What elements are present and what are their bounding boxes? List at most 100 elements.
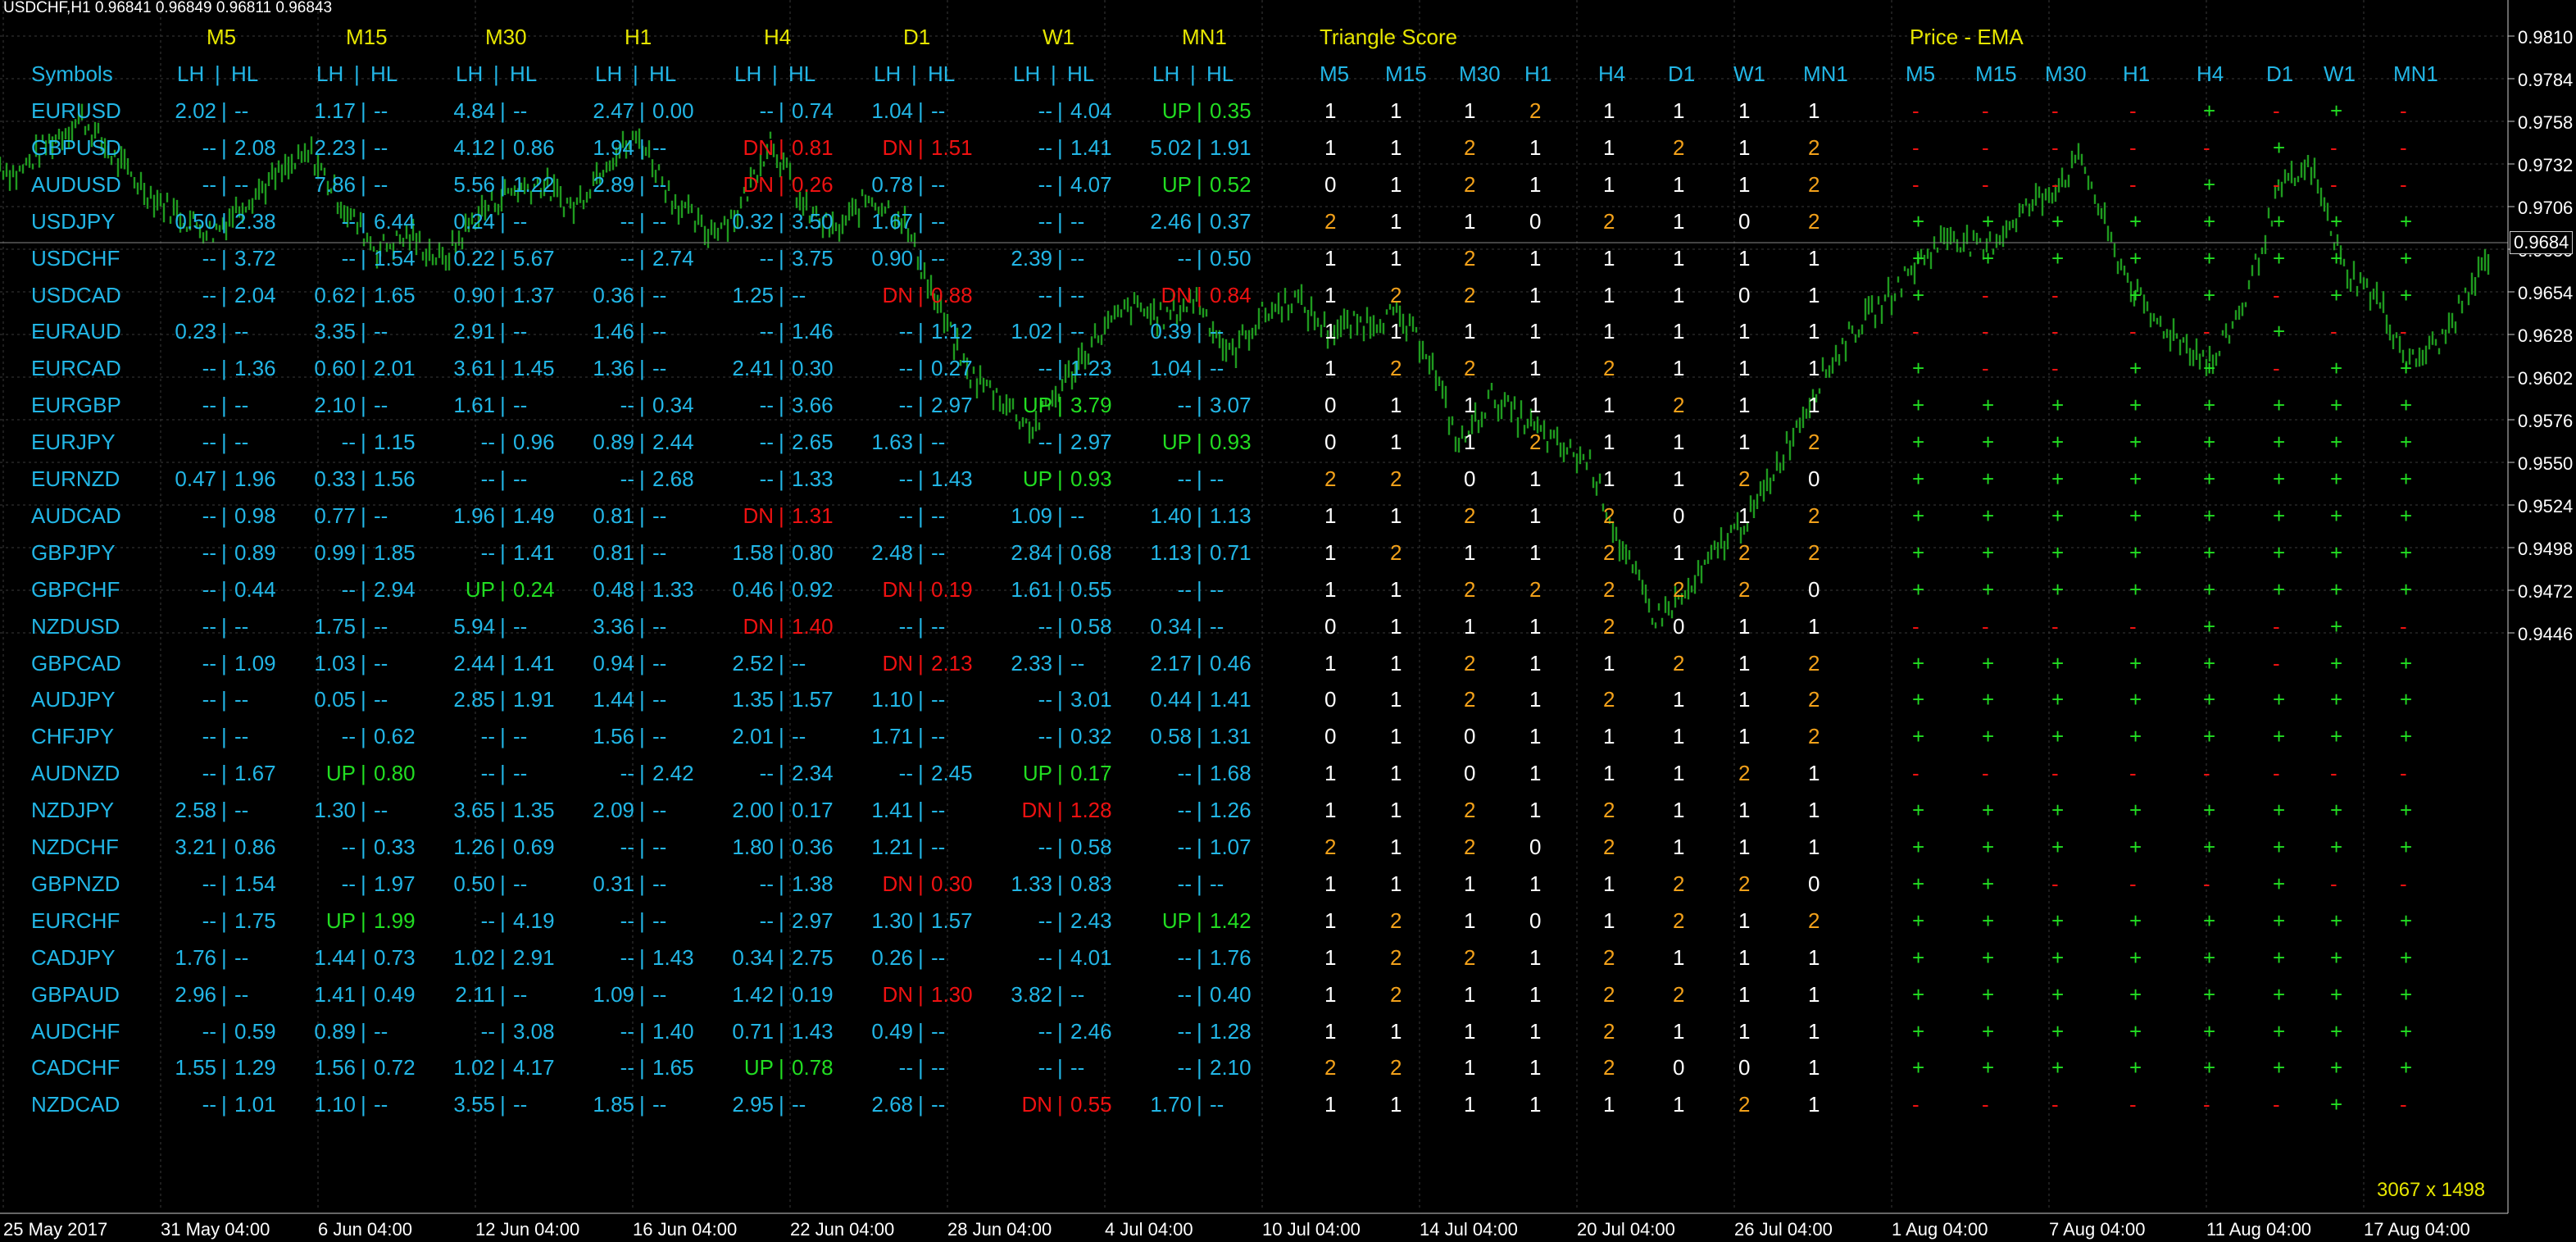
triangle-score: 0: [1464, 466, 1476, 491]
ema-plus-icon: +: [2330, 430, 2343, 455]
lh-column-header: LH: [316, 61, 344, 86]
ema-plus-icon: +: [2129, 944, 2142, 970]
triangle-score: 1: [1808, 1018, 1820, 1044]
symbol-usdjpy: USDJPY: [31, 208, 116, 234]
triangle-score: 1: [1603, 1092, 1615, 1117]
ema-minus-icon: -: [2330, 761, 2337, 786]
lh-value: 0.94: [593, 650, 634, 676]
column-divider: |: [500, 208, 506, 234]
triangle-score: 1: [1324, 944, 1337, 970]
lh-value: 4.12: [453, 134, 495, 160]
hl-value: 2.34: [792, 761, 834, 786]
symbol-gbpjpy: GBPJPY: [31, 539, 116, 565]
lh-value: DN: [1021, 798, 1052, 823]
column-divider: |: [918, 319, 924, 344]
column-divider: |: [1057, 171, 1063, 197]
hl-value: --: [652, 687, 667, 712]
triangle-score: 1: [1738, 319, 1751, 344]
column-divider: |: [639, 171, 645, 197]
ema-plus-icon: +: [2273, 835, 2286, 859]
hl-value: 1.42: [1210, 908, 1252, 933]
lh-value: 2.47: [593, 98, 634, 123]
ema-header-h1: H1: [2123, 61, 2151, 86]
price-tick-label: 0.9446: [2518, 624, 2573, 644]
triangle-score: 1: [1529, 1055, 1542, 1080]
lh-value: 0.81: [593, 539, 634, 565]
column-divider: |: [918, 503, 924, 528]
triangle-score: 1: [1390, 724, 1402, 749]
lh-value: 2.44: [453, 650, 495, 676]
column-divider: |: [1197, 430, 1202, 455]
symbol-eurgbp: EURGBP: [31, 393, 121, 418]
price-tick-label: 0.9602: [2518, 368, 2573, 389]
ema-plus-icon: +: [1982, 539, 1995, 565]
lh-value: UP: [465, 576, 495, 602]
symbol-nzdchf: NZDCHF: [31, 835, 119, 859]
ema-plus-icon: +: [2400, 393, 2413, 418]
ema-minus-icon: -: [2051, 319, 2059, 344]
triangle-score: 1: [1529, 613, 1542, 639]
triangle-score: 1: [1808, 98, 1820, 123]
hl-value: 0.81: [792, 134, 834, 160]
ema-minus-icon: -: [2273, 761, 2280, 786]
hl-value: 0.93: [1070, 466, 1112, 491]
ema-plus-icon: +: [1982, 724, 1995, 749]
triangle-score: 2: [1390, 466, 1402, 491]
column-divider: |: [918, 761, 924, 786]
ema-plus-icon: +: [2203, 908, 2216, 933]
column-divider: |: [918, 650, 924, 676]
hl-value: 1.37: [513, 282, 555, 307]
hl-value: 2.04: [234, 282, 276, 307]
hl-value: 1.31: [1210, 724, 1252, 749]
lh-value: --: [1177, 576, 1192, 602]
price-tick-label: 0.9524: [2518, 496, 2573, 516]
triangle-score: 1: [1808, 835, 1820, 859]
hl-value: --: [931, 503, 946, 528]
column-divider: |: [221, 1018, 227, 1044]
column-divider: |: [1197, 981, 1202, 1007]
hl-value: --: [513, 208, 528, 234]
lh-value: UP: [1161, 171, 1192, 197]
ema-plus-icon: +: [1912, 576, 1925, 602]
ema-plus-icon: +: [2400, 724, 2413, 749]
triangle-score: 2: [1808, 208, 1820, 234]
lh-value: 2.17: [1150, 650, 1192, 676]
triangle-score: 2: [1673, 908, 1685, 933]
ema-minus-icon: -: [1982, 356, 1989, 381]
column-divider: |: [1057, 1092, 1063, 1117]
hl-value: --: [374, 650, 388, 676]
column-divider: |: [779, 466, 784, 491]
lh-value: --: [202, 908, 216, 933]
ema-minus-icon: -: [2051, 171, 2059, 197]
triangle-score: 1: [1324, 98, 1337, 123]
ema-minus-icon: -: [2400, 1092, 2407, 1117]
ema-plus-icon: +: [2330, 724, 2343, 749]
lh-value: 1.61: [1011, 576, 1052, 602]
triangle-score: 2: [1738, 761, 1751, 786]
lh-value: 0.31: [593, 871, 634, 896]
triangle-score: 1: [1390, 1018, 1402, 1044]
lh-value: DN: [1021, 1092, 1052, 1117]
lh-value: 3.55: [453, 1092, 495, 1117]
triangle-score: 1: [1808, 245, 1820, 271]
ema-plus-icon: +: [1912, 944, 1925, 970]
hl-value: 1.29: [234, 1055, 276, 1080]
triangle-score: 0: [1324, 171, 1337, 197]
ema-plus-icon: +: [2273, 1055, 2286, 1080]
hl-value: 1.41: [1210, 687, 1252, 712]
triangle-score: 1: [1673, 171, 1685, 197]
lh-value: 3.82: [1011, 981, 1052, 1007]
column-divider: |: [639, 356, 645, 381]
lh-value: --: [1177, 835, 1192, 859]
lh-value: --: [480, 908, 495, 933]
ema-plus-icon: +: [2203, 98, 2216, 123]
lh-value: --: [202, 539, 216, 565]
hl-value: 2.38: [234, 208, 276, 234]
lh-value: 1.44: [593, 687, 634, 712]
price-tick-label: 0.9498: [2518, 539, 2573, 559]
lh-value: 2.58: [175, 798, 216, 823]
column-divider: |: [911, 61, 917, 86]
triangle-score: 2: [1808, 687, 1820, 712]
lh-value: 1.40: [1150, 503, 1192, 528]
triangle-score: 1: [1738, 245, 1751, 271]
